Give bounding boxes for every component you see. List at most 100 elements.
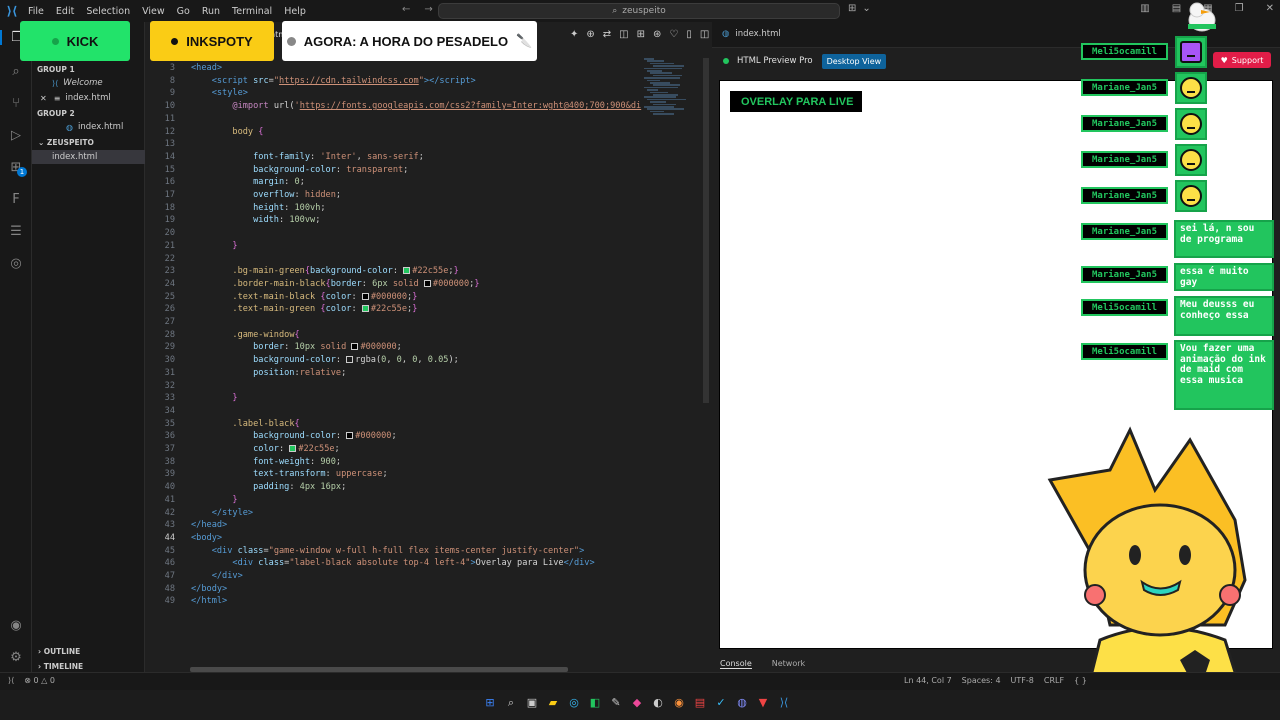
menu-item-go[interactable]: Go <box>177 6 190 17</box>
code-line[interactable]: 46 <div class="label-black absolute top-… <box>145 558 710 571</box>
menu-item-selection[interactable]: Selection <box>86 6 130 17</box>
copilot-icon[interactable]: ⊞ ⌄ <box>848 3 871 14</box>
settings-gear-icon[interactable]: ⚙ <box>0 650 32 665</box>
code-line[interactable]: 26 .text-main-green {color: #22c55e;} <box>145 304 710 317</box>
network-tab[interactable]: Network <box>772 659 805 668</box>
code-line[interactable]: 31 position:relative; <box>145 368 710 381</box>
layout-panel-icon[interactable]: ▤ <box>1172 3 1181 14</box>
open-editor-index-group2[interactable]: ◍ index.html <box>32 120 145 134</box>
search-icon[interactable]: ⌕ <box>0 64 32 79</box>
close-window-icon[interactable]: ✕ <box>1266 3 1274 14</box>
layout-sidebar-icon[interactable]: ▥ <box>1140 3 1149 14</box>
code-line[interactable]: 19 width: 100vw; <box>145 215 710 228</box>
brave-icon[interactable]: ▼ <box>757 696 769 710</box>
code-line[interactable]: 36 background-color: #000000; <box>145 431 710 444</box>
menu-item-help[interactable]: Help <box>284 6 306 17</box>
remote-icon[interactable]: ⟩⟨ <box>8 676 14 685</box>
account-icon[interactable]: ◉ <box>0 618 32 633</box>
code-line[interactable]: 18 height: 100vh; <box>145 203 710 216</box>
code-line[interactable]: 48 </body> <box>145 584 710 597</box>
vscode-taskbar-icon[interactable]: ⟩⟨ <box>778 696 790 710</box>
code-line[interactable]: 40 padding: 4px 16px; <box>145 482 710 495</box>
firefox-icon[interactable]: ◉ <box>673 696 685 710</box>
folder-file-index[interactable]: index.html <box>32 150 145 164</box>
code-line[interactable]: 30 background-color: rgba(0, 0, 0, 0.05)… <box>145 355 710 368</box>
font-icon[interactable]: F <box>0 192 32 207</box>
code-line[interactable]: 3 <head> <box>145 63 710 76</box>
minimap[interactable] <box>640 58 702 118</box>
problems-indicator[interactable]: ⊗ 0 △ 0 <box>24 676 55 685</box>
indentation[interactable]: Spaces: 4 <box>962 676 1001 685</box>
code-line[interactable]: 43 </head> <box>145 520 710 533</box>
open-editor-index[interactable]: ✕ ≡ index.html <box>32 91 145 105</box>
task-view-icon[interactable]: ▣ <box>526 696 538 710</box>
command-center-search[interactable]: ⌕ zeuspeito <box>438 3 840 19</box>
code-line[interactable]: 11 <box>145 114 710 127</box>
code-line[interactable]: 41 } <box>145 495 710 508</box>
code-line[interactable]: 9 <style> <box>145 88 710 101</box>
code-line[interactable]: 22 <box>145 254 710 267</box>
code-line[interactable]: 42 </style> <box>145 508 710 521</box>
code-line[interactable]: 35 .label-black{ <box>145 419 710 432</box>
code-line[interactable]: 29 border: 10px solid #000000; <box>145 342 710 355</box>
code-line[interactable]: 47 </div> <box>145 571 710 584</box>
tasks-icon[interactable]: ☰ <box>0 224 32 239</box>
menu-item-terminal[interactable]: Terminal <box>232 6 272 17</box>
menu-item-file[interactable]: File <box>28 6 44 17</box>
paint-icon[interactable]: ◆ <box>631 696 643 710</box>
pen-icon[interactable]: ✎ <box>610 696 622 710</box>
search-icon[interactable]: ⌕ <box>505 696 517 710</box>
preview-tab[interactable]: ◍ index.html <box>722 29 781 39</box>
menu-item-edit[interactable]: Edit <box>56 6 74 17</box>
store-icon[interactable]: ◧ <box>589 696 601 710</box>
code-line[interactable]: 20 <box>145 228 710 241</box>
edge-icon[interactable]: ◎ <box>568 696 580 710</box>
code-line[interactable]: 25 .text-main-black {color: #000000;} <box>145 292 710 305</box>
github-icon[interactable]: ◐ <box>652 696 664 710</box>
outline-section[interactable]: › OUTLINE <box>38 647 80 656</box>
group-2-header[interactable]: GROUP 2 <box>37 109 75 118</box>
split-editor-icon[interactable]: ◫ <box>700 29 709 40</box>
code-line[interactable]: 37 color: #22c55e; <box>145 444 710 457</box>
editor-vertical-scrollbar[interactable] <box>703 58 709 403</box>
encoding[interactable]: UTF-8 <box>1011 676 1034 685</box>
forward-arrow-icon[interactable]: → <box>424 4 432 15</box>
menu-item-view[interactable]: View <box>142 6 165 17</box>
support-button[interactable]: ♥ Support <box>1213 52 1271 68</box>
code-line[interactable]: 33 } <box>145 393 710 406</box>
grid-icon[interactable]: ⊞ <box>637 29 645 40</box>
close-icon[interactable]: ✕ <box>40 94 47 103</box>
windows-start-icon[interactable]: ⊞ <box>484 696 496 710</box>
target-icon[interactable]: ⊕ <box>586 29 594 40</box>
code-line[interactable]: 15 background-color: transparent; <box>145 165 710 178</box>
layout-icon[interactable]: ▯ <box>686 29 692 40</box>
browser-icon[interactable]: ⊛ <box>653 29 661 40</box>
console-tab[interactable]: Console <box>720 659 752 669</box>
source-control-icon[interactable]: ⑂ <box>0 96 32 111</box>
heart-icon[interactable]: ♡ <box>669 29 678 40</box>
open-editor-welcome[interactable]: ⟩⟨ Welcome <box>32 76 145 90</box>
timeline-section[interactable]: › TIMELINE <box>38 662 83 671</box>
compare-icon[interactable]: ⇄ <box>603 29 611 40</box>
file-explorer-icon[interactable]: ▰ <box>547 696 559 710</box>
line-ending[interactable]: CRLF <box>1044 676 1064 685</box>
code-line[interactable]: 14 font-family: 'Inter', sans-serif; <box>145 152 710 165</box>
code-line[interactable]: 16 margin: 0; <box>145 177 710 190</box>
code-line[interactable]: 13 <box>145 139 710 152</box>
folder-zeuspeito[interactable]: ⌄ ZEUSPEITO <box>38 138 94 147</box>
sparkle-icon[interactable]: ✦ <box>570 29 578 40</box>
back-arrow-icon[interactable]: ← <box>402 4 410 15</box>
edge-icon[interactable]: ◎ <box>0 256 32 271</box>
code-line[interactable]: 10 @import url('https://fonts.googleapis… <box>145 101 710 114</box>
code-line[interactable]: 44 <body> <box>145 533 710 546</box>
code-line[interactable]: 8 <script src="https://cdn.tailwindcss.c… <box>145 76 710 89</box>
code-editor[interactable]: 3 <head> 8 <script src="https://cdn.tailwi… <box>145 58 710 672</box>
maximize-icon[interactable]: ❐ <box>1235 3 1244 14</box>
code-line[interactable]: 23 .bg-main-green{background-color: #22c… <box>145 266 710 279</box>
code-line[interactable]: 21 } <box>145 241 710 254</box>
code-line[interactable]: 17 overflow: hidden; <box>145 190 710 203</box>
code-line[interactable]: 38 font-weight: 900; <box>145 457 710 470</box>
tool-icon[interactable]: ✓ <box>715 696 727 710</box>
code-line[interactable]: 28 .game-window{ <box>145 330 710 343</box>
code-line[interactable]: 32 <box>145 381 710 394</box>
